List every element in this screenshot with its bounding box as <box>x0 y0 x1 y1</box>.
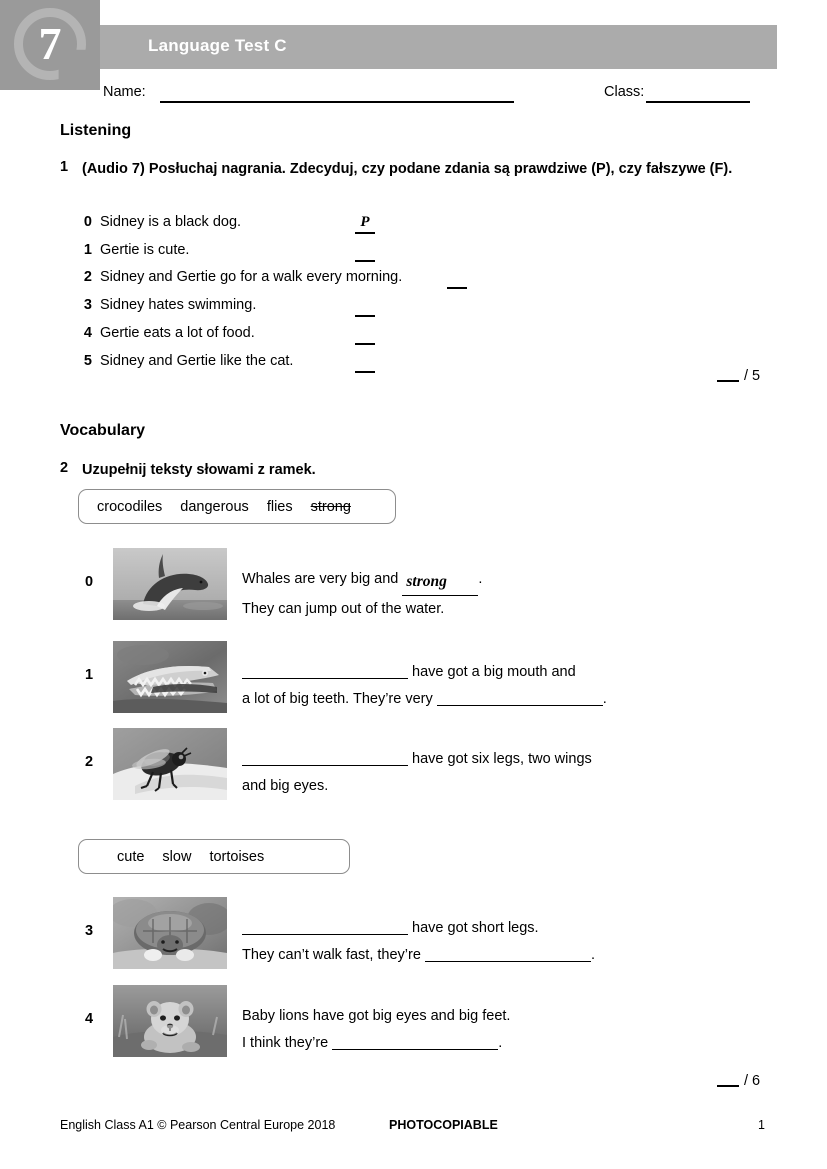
name-label: Name: <box>103 84 146 100</box>
item-4-line-2: I think they’re . <box>242 1030 827 1057</box>
statement-answer-0[interactable]: P <box>352 214 378 234</box>
wordbank-word[interactable]: cute <box>117 849 144 865</box>
wordbank-2: cute slow tortoises <box>78 839 350 874</box>
name-input[interactable] <box>160 101 514 103</box>
item-0-answer-1[interactable]: strong <box>402 568 479 596</box>
item-index: 2 <box>85 754 94 770</box>
item-1-answer-2[interactable] <box>436 705 603 706</box>
item-2-line-1: have got six legs, two wings <box>242 746 827 773</box>
statement-answer-value: P <box>360 214 370 230</box>
footer-credit: English Class A1 © Pearson Central Europ… <box>60 1118 336 1132</box>
item-0-line-1: Whales are very big and strong. <box>242 566 827 596</box>
line-text-before: a lot of big teeth. They’re very <box>242 691 437 707</box>
item-2-line-2: and big eyes. <box>242 778 329 794</box>
wordbank-word[interactable]: slow <box>162 849 191 865</box>
item-2-text: have got six legs, two wings and big eye… <box>242 746 827 800</box>
score-total: / 5 <box>744 368 761 384</box>
title-bar: Language Test C <box>100 25 777 69</box>
wordbank-word[interactable]: dangerous <box>180 499 249 515</box>
item-3-answer-2[interactable] <box>424 961 591 962</box>
item-3-answer-1[interactable] <box>242 934 408 935</box>
vocabulary-score[interactable]: / 6 <box>717 1073 760 1089</box>
answer-rule <box>355 343 375 345</box>
statement-text: Sidney and Gertie like the cat. <box>100 353 294 369</box>
statement-text: Sidney is a black dog. <box>100 214 242 230</box>
footer-photocopiable: PHOTOCOPIABLE <box>389 1118 498 1132</box>
answer-rule <box>355 371 375 373</box>
listening-heading: Listening <box>60 122 132 139</box>
statement-index: 4 <box>83 325 92 341</box>
wordbank-1-words: crocodiles dangerous flies strong <box>79 499 369 515</box>
item-4-line-1: Baby lions have got big eyes and big fee… <box>242 1008 511 1024</box>
statement-index: 2 <box>83 269 92 285</box>
unit-number: 7 <box>38 18 62 69</box>
statement-text: Sidney and Gertie go for a walk every mo… <box>100 269 403 285</box>
line-text-after: . <box>478 571 483 587</box>
wordbank-word[interactable]: crocodiles <box>97 499 162 515</box>
statement-text: Sidney hates swimming. <box>100 297 257 313</box>
crocodile-photo <box>113 641 227 713</box>
line-text-after: have got a big mouth and <box>408 664 576 680</box>
vocabulary-task-number: 2 <box>60 460 69 476</box>
item-index: 1 <box>85 667 94 683</box>
answer-rule <box>355 260 375 262</box>
wordbank-1: crocodiles dangerous flies strong <box>78 489 396 524</box>
line-text-before: They can’t walk fast, they’re <box>242 947 425 963</box>
page-footer: English Class A1 © Pearson Central Europ… <box>0 1118 827 1142</box>
listening-score[interactable]: / 5 <box>717 368 760 384</box>
statement-text: Gertie is cute. <box>100 242 190 258</box>
line-text-before: Whales are very big and <box>242 571 399 587</box>
line-text-after: . <box>590 947 595 963</box>
line-text-after: . <box>498 1035 503 1051</box>
item-index: 4 <box>85 1011 94 1027</box>
wordbank-2-words: cute slow tortoises <box>79 849 282 865</box>
lion-cub-photo <box>113 985 227 1057</box>
statement-index: 5 <box>83 353 92 369</box>
listening-task-instruction: (Audio 7) Posłuchaj nagrania. Zdecyduj, … <box>82 161 733 177</box>
item-2-answer-1[interactable] <box>242 765 408 766</box>
line-text-after: . <box>602 691 607 707</box>
unit-badge: 7 <box>0 0 100 90</box>
item-3-line-2: They can’t walk fast, they’re . <box>242 942 827 969</box>
item-3-line-1: have got short legs. <box>242 915 827 942</box>
item-3-text: have got short legs. They can’t walk fas… <box>242 915 827 969</box>
wordbank-word[interactable]: tortoises <box>209 849 264 865</box>
answer-rule <box>355 315 375 317</box>
item-1-line-1: have got a big mouth and <box>242 659 827 686</box>
line-text-after: have got short legs. <box>408 920 539 936</box>
line-text-after: have got six legs, two wings <box>408 751 592 767</box>
score-blank <box>717 380 739 382</box>
answer-rule <box>355 232 375 234</box>
item-4-answer-1[interactable] <box>332 1049 499 1050</box>
vocabulary-task-instruction: Uzupełnij teksty słowami z ramek. <box>82 462 316 478</box>
vocabulary-heading: Vocabulary <box>60 422 146 439</box>
item-1-answer-1[interactable] <box>242 678 408 679</box>
score-total: / 6 <box>744 1073 761 1089</box>
wordbank-word-used[interactable]: strong <box>311 499 351 515</box>
item-0-line-2: They can jump out of the water. <box>242 601 445 617</box>
wordbank-word[interactable]: flies <box>267 499 293 515</box>
class-label: Class: <box>604 84 645 100</box>
statement-index: 1 <box>83 242 92 258</box>
item-4-text: Baby lions have got big eyes and big fee… <box>242 1003 827 1057</box>
footer-page-number: 1 <box>758 1118 765 1132</box>
score-blank <box>717 1085 739 1087</box>
statement-index: 3 <box>83 297 92 313</box>
class-input[interactable] <box>646 101 750 103</box>
answer-rule <box>447 287 467 289</box>
item-index: 3 <box>85 923 94 939</box>
item-index: 0 <box>85 574 94 590</box>
statement-index: 0 <box>83 214 92 230</box>
line-text-before: I think they’re <box>242 1035 333 1051</box>
fly-photo <box>113 728 227 800</box>
tortoise-photo <box>113 897 227 969</box>
item-1-line-2: a lot of big teeth. They’re very . <box>242 686 827 713</box>
student-info-row: Name: Class: <box>0 84 827 110</box>
listening-task-number: 1 <box>60 159 69 175</box>
whale-photo <box>113 548 227 620</box>
statement-text: Gertie eats a lot of food. <box>100 325 255 341</box>
item-1-text: have got a big mouth and a lot of big te… <box>242 659 827 713</box>
item-0-text: Whales are very big and strong. They can… <box>242 566 827 623</box>
page-title: Language Test C <box>148 36 287 55</box>
